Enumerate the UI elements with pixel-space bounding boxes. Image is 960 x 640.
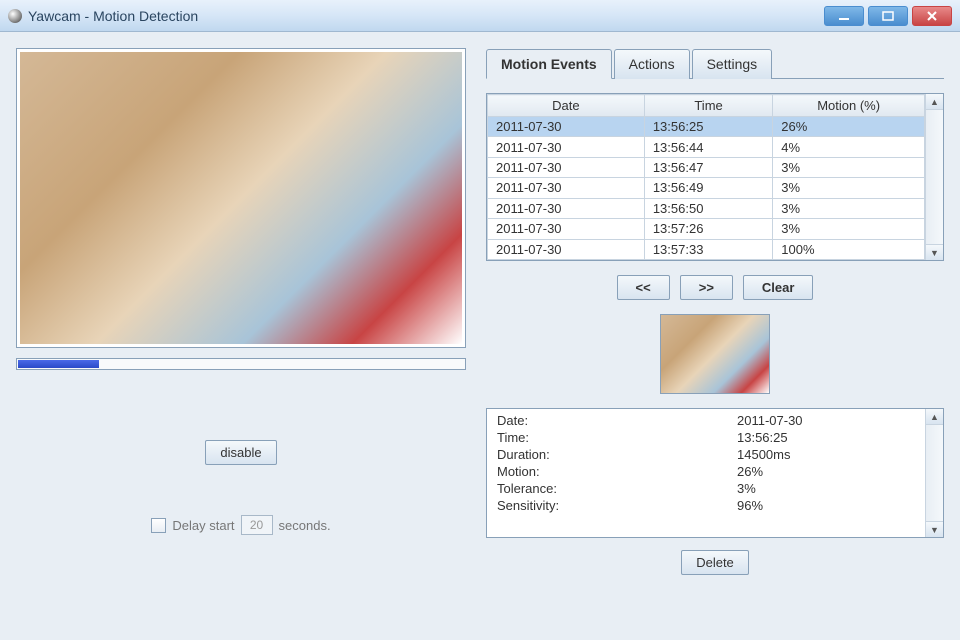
events-table[interactable]: Date Time Motion (%) 2011-07-3013:56:252… [487, 94, 925, 260]
table-cell: 13:56:47 [644, 157, 772, 177]
table-row[interactable]: 2011-07-3013:56:503% [488, 198, 925, 218]
table-row[interactable]: 2011-07-3013:57:263% [488, 219, 925, 239]
titlebar: Yawcam - Motion Detection [0, 0, 960, 32]
detail-label-duration: Duration: [497, 447, 737, 462]
col-header-motion[interactable]: Motion (%) [773, 95, 925, 117]
table-cell: 26% [773, 117, 925, 137]
disable-button[interactable]: disable [205, 440, 276, 465]
detail-label-motion: Motion: [497, 464, 737, 479]
detail-value-motion: 26% [737, 464, 763, 479]
table-cell: 2011-07-30 [488, 157, 645, 177]
delay-seconds-input[interactable] [241, 515, 273, 535]
close-button[interactable] [912, 6, 952, 26]
table-row[interactable]: 2011-07-3013:56:473% [488, 157, 925, 177]
scroll-track[interactable] [926, 110, 943, 244]
scroll-track[interactable] [926, 425, 943, 521]
event-thumbnail [660, 314, 770, 394]
table-row[interactable]: 2011-07-3013:56:493% [488, 178, 925, 198]
window-title: Yawcam - Motion Detection [28, 8, 824, 24]
tab-bar: Motion Events Actions Settings [486, 48, 944, 79]
detail-value-tolerance: 3% [737, 481, 756, 496]
delay-prefix-label: Delay start [172, 518, 234, 533]
detail-label-time: Time: [497, 430, 737, 445]
details-panel: Date:2011-07-30 Time:13:56:25 Duration:1… [486, 408, 944, 538]
table-row[interactable]: 2011-07-3013:56:2526% [488, 117, 925, 137]
table-cell: 2011-07-30 [488, 137, 645, 157]
detail-value-time: 13:56:25 [737, 430, 788, 445]
table-scrollbar[interactable]: ▲ ▼ [925, 94, 943, 260]
table-cell: 3% [773, 198, 925, 218]
app-icon [8, 9, 22, 23]
table-cell: 2011-07-30 [488, 117, 645, 137]
table-cell: 3% [773, 219, 925, 239]
tab-settings[interactable]: Settings [692, 49, 773, 79]
details-scrollbar[interactable]: ▲ ▼ [925, 409, 943, 537]
right-panel: Motion Events Actions Settings Date Time… [486, 48, 944, 624]
detail-label-tolerance: Tolerance: [497, 481, 737, 496]
table-cell: 13:56:49 [644, 178, 772, 198]
delay-suffix-label: seconds. [279, 518, 331, 533]
table-cell: 13:56:25 [644, 117, 772, 137]
tab-actions[interactable]: Actions [614, 49, 690, 79]
table-cell: 4% [773, 137, 925, 157]
scroll-down-icon[interactable]: ▼ [926, 521, 943, 537]
detail-value-date: 2011-07-30 [737, 413, 803, 428]
delete-button[interactable]: Delete [681, 550, 749, 575]
delete-row: Delete [486, 550, 944, 575]
detail-label-date: Date: [497, 413, 737, 428]
motion-progress-bar [16, 358, 466, 370]
thumbnail-row [486, 314, 944, 394]
delay-start-row: Delay start seconds. [151, 515, 330, 535]
detail-value-sensitivity: 96% [737, 498, 763, 513]
scroll-up-icon[interactable]: ▲ [926, 409, 943, 425]
camera-preview-frame [16, 48, 466, 348]
table-cell: 2011-07-30 [488, 178, 645, 198]
next-button[interactable]: >> [680, 275, 733, 300]
detail-label-sensitivity: Sensitivity: [497, 498, 737, 513]
left-panel: disable Delay start seconds. [16, 48, 466, 624]
table-cell: 2011-07-30 [488, 198, 645, 218]
col-header-date[interactable]: Date [488, 95, 645, 117]
table-row[interactable]: 2011-07-3013:56:444% [488, 137, 925, 157]
detail-value-duration: 14500ms [737, 447, 790, 462]
motion-progress-fill [18, 360, 99, 368]
table-cell: 3% [773, 178, 925, 198]
scroll-up-icon[interactable]: ▲ [926, 94, 943, 110]
tab-motion-events[interactable]: Motion Events [486, 49, 612, 79]
table-cell: 100% [773, 239, 925, 259]
events-table-wrap: Date Time Motion (%) 2011-07-3013:56:252… [486, 93, 944, 261]
table-cell: 13:56:44 [644, 137, 772, 157]
minimize-button[interactable] [824, 6, 864, 26]
nav-row: << >> Clear [486, 275, 944, 300]
table-cell: 2011-07-30 [488, 239, 645, 259]
prev-button[interactable]: << [617, 275, 670, 300]
col-header-time[interactable]: Time [644, 95, 772, 117]
table-cell: 2011-07-30 [488, 219, 645, 239]
maximize-button[interactable] [868, 6, 908, 26]
delay-start-checkbox[interactable] [151, 518, 166, 533]
table-cell: 3% [773, 157, 925, 177]
clear-button[interactable]: Clear [743, 275, 814, 300]
table-row[interactable]: 2011-07-3013:57:33100% [488, 239, 925, 259]
scroll-down-icon[interactable]: ▼ [926, 244, 943, 260]
table-cell: 13:57:33 [644, 239, 772, 259]
camera-preview-image [20, 52, 462, 344]
content-area: disable Delay start seconds. Motion Even… [0, 32, 960, 640]
table-cell: 13:57:26 [644, 219, 772, 239]
table-cell: 13:56:50 [644, 198, 772, 218]
